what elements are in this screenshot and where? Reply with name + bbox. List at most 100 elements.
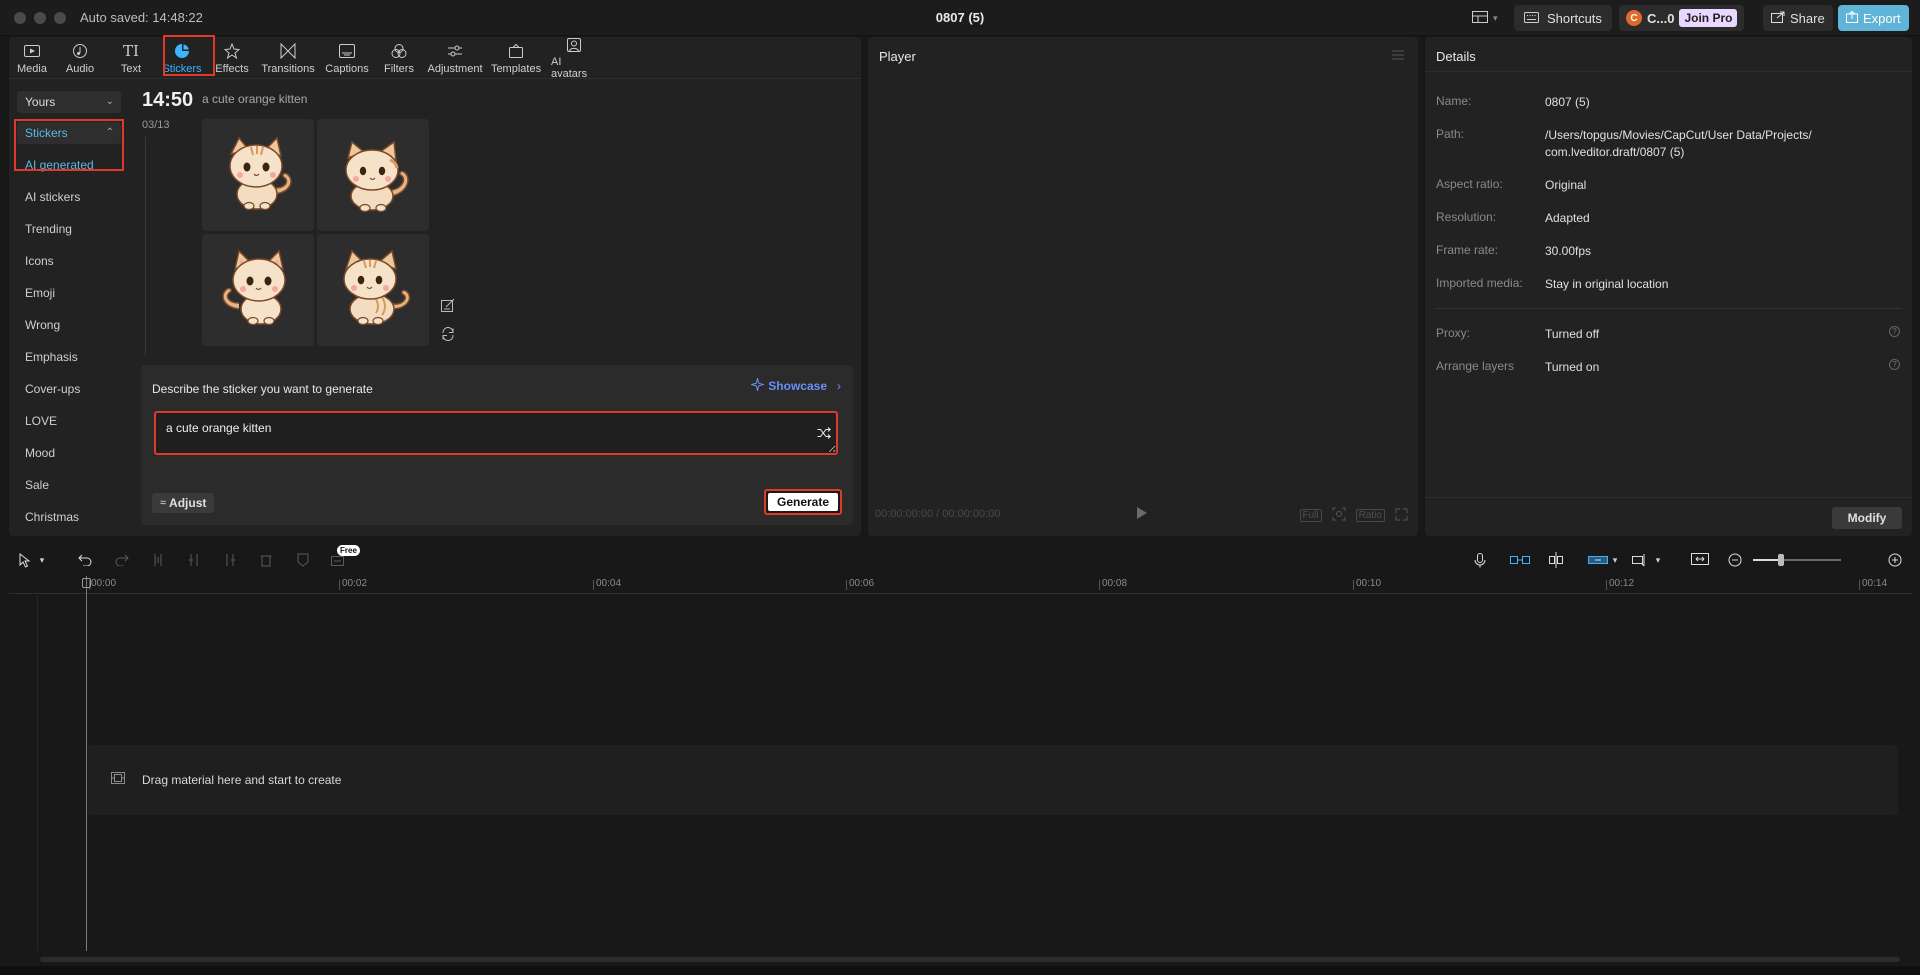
main-track-dropzone[interactable]: Drag material here and start to create xyxy=(88,745,1898,815)
chevron-down-icon[interactable]: ▾ xyxy=(1609,551,1621,569)
sidebar-item-trending[interactable]: Trending xyxy=(25,222,72,236)
sticker-result[interactable] xyxy=(317,119,429,231)
sticker-result[interactable] xyxy=(317,234,429,346)
layout-dropdown[interactable]: ▾ xyxy=(1472,5,1498,31)
maximize-window-button[interactable] xyxy=(54,12,66,24)
modify-button[interactable]: Modify xyxy=(1832,507,1902,529)
ratio-button[interactable]: Ratio xyxy=(1355,509,1385,522)
menu-icon[interactable] xyxy=(1392,48,1404,63)
kitten-sticker-icon xyxy=(343,249,411,326)
sidebar-item-mood[interactable]: Mood xyxy=(25,446,55,460)
close-window-button[interactable] xyxy=(14,12,26,24)
screenshot-icon[interactable] xyxy=(1332,507,1346,524)
account-button[interactable]: C C...0 Join Pro xyxy=(1619,5,1745,31)
tab-adjustment[interactable]: Adjustment xyxy=(423,37,487,79)
zoom-in-icon[interactable] xyxy=(1886,551,1904,569)
play-button[interactable] xyxy=(1136,506,1148,523)
preview-axis-icon[interactable] xyxy=(1631,551,1651,569)
linkage-icon[interactable] xyxy=(1587,551,1609,569)
tab-text[interactable]: TI Text xyxy=(105,37,157,79)
adjust-button[interactable]: ≈ Adjust xyxy=(152,493,215,513)
help-icon[interactable]: ? xyxy=(1889,359,1900,370)
marker-icon[interactable] xyxy=(294,551,312,569)
sidebar-item-sale[interactable]: Sale xyxy=(25,478,49,492)
playhead-handle[interactable] xyxy=(82,578,91,588)
zoom-out-icon[interactable] xyxy=(1726,551,1744,569)
share-icon xyxy=(1771,11,1785,26)
full-button[interactable]: Full xyxy=(1299,509,1322,522)
assets-panel: Media Audio TI Text Stickers Effects Tra… xyxy=(9,35,861,536)
redo-icon[interactable] xyxy=(113,551,131,569)
microphone-icon[interactable] xyxy=(1471,551,1489,569)
tab-effects[interactable]: Effects xyxy=(207,37,257,79)
divider xyxy=(1436,308,1902,309)
track-header-divider xyxy=(37,595,38,950)
chevron-down-icon[interactable]: ▾ xyxy=(1652,551,1664,569)
tab-media[interactable]: Media xyxy=(9,37,55,79)
shuffle-icon[interactable] xyxy=(817,427,831,442)
auto-snap-icon[interactable] xyxy=(1547,551,1565,569)
delete-icon[interactable] xyxy=(257,551,275,569)
share-button[interactable]: Share xyxy=(1763,5,1833,31)
stickers-category-header[interactable]: Stickers ⌃ xyxy=(17,122,121,144)
help-icon[interactable]: ? xyxy=(1889,326,1900,337)
tab-audio[interactable]: Audio xyxy=(55,37,105,79)
join-pro-badge[interactable]: Join Pro xyxy=(1679,9,1738,27)
sidebar-item-ai-stickers[interactable]: AI stickers xyxy=(25,190,80,204)
playhead[interactable] xyxy=(86,576,87,951)
detail-label: Resolution: xyxy=(1436,210,1497,224)
select-tool-icon[interactable] xyxy=(16,551,34,569)
regenerate-icon[interactable] xyxy=(438,324,458,344)
fit-timeline-icon[interactable] xyxy=(1690,551,1710,569)
shortcuts-button[interactable]: Shortcuts xyxy=(1514,5,1612,31)
sticker-result[interactable] xyxy=(202,234,314,346)
showcase-link[interactable]: Showcase › xyxy=(749,376,841,394)
tab-label: Stickers xyxy=(162,62,202,75)
detail-label: Aspect ratio: xyxy=(1436,177,1503,191)
timeline-scrollbar[interactable] xyxy=(40,957,1900,962)
tab-transitions[interactable]: Transitions xyxy=(257,37,319,79)
tab-templates[interactable]: Templates xyxy=(487,37,545,79)
main-track-magnet-icon[interactable] xyxy=(1509,551,1531,569)
tick-mark xyxy=(846,580,847,590)
tab-stickers[interactable]: Stickers xyxy=(157,37,207,79)
split-left-icon[interactable] xyxy=(185,551,203,569)
sticker-generator: Describe the sticker you want to generat… xyxy=(141,365,853,525)
generate-button[interactable]: Generate xyxy=(764,489,842,515)
edit-prompt-icon[interactable] xyxy=(438,295,458,315)
kitten-sticker-icon xyxy=(222,249,286,326)
timeline-ruler[interactable]: 00:00 00:02 00:04 00:06 00:08 00:10 00:1… xyxy=(9,576,1912,594)
chevron-down-icon[interactable]: ▾ xyxy=(36,551,48,569)
sidebar-item-cover-ups[interactable]: Cover-ups xyxy=(25,382,80,396)
tab-captions[interactable]: Captions xyxy=(319,37,375,79)
tick-label: 00:08 xyxy=(1102,578,1128,589)
tab-label: Adjustment xyxy=(427,62,483,75)
sidebar-item-icons[interactable]: Icons xyxy=(25,254,54,268)
sidebar-item-ai-generated[interactable]: AI generated xyxy=(25,158,94,172)
zoom-slider[interactable] xyxy=(1753,554,1841,566)
sidebar-item-love[interactable]: LOVE xyxy=(25,414,57,428)
zoom-slider-handle[interactable] xyxy=(1778,554,1784,566)
sidebar-item-emoji[interactable]: Emoji xyxy=(25,286,55,300)
sticker-prompt-input[interactable]: a cute orange kitten xyxy=(154,411,838,455)
split-right-icon[interactable] xyxy=(221,551,239,569)
tab-filters[interactable]: Filters xyxy=(375,37,423,79)
sidebar-item-christmas[interactable]: Christmas xyxy=(25,510,79,524)
title-bar: Auto saved: 14:48:22 0807 (5) ▾ Shortcut… xyxy=(0,0,1920,36)
generation-prompt: a cute orange kitten xyxy=(202,92,308,106)
player-controls: 00:00:00:00 / 00:00:00:00 Full Ratio xyxy=(868,500,1418,530)
detail-value: Turned off xyxy=(1545,327,1600,341)
sticker-result[interactable] xyxy=(202,119,314,231)
fullscreen-icon[interactable] xyxy=(1395,508,1408,524)
yours-dropdown[interactable]: Yours ⌄ xyxy=(17,91,121,113)
export-button[interactable]: Export xyxy=(1838,5,1909,31)
tab-ai-avatars[interactable]: AI avatars xyxy=(545,37,603,80)
minimize-window-button[interactable] xyxy=(34,12,46,24)
templates-icon xyxy=(507,42,525,60)
capcut-app: Auto saved: 14:48:22 0807 (5) ▾ Shortcut… xyxy=(0,0,1920,975)
undo-icon[interactable] xyxy=(76,551,94,569)
split-icon[interactable] xyxy=(149,551,167,569)
sidebar-item-emphasis[interactable]: Emphasis xyxy=(25,350,78,364)
sidebar-item-wrong[interactable]: Wrong xyxy=(25,318,60,332)
chevron-down-icon: ▾ xyxy=(1493,12,1498,23)
